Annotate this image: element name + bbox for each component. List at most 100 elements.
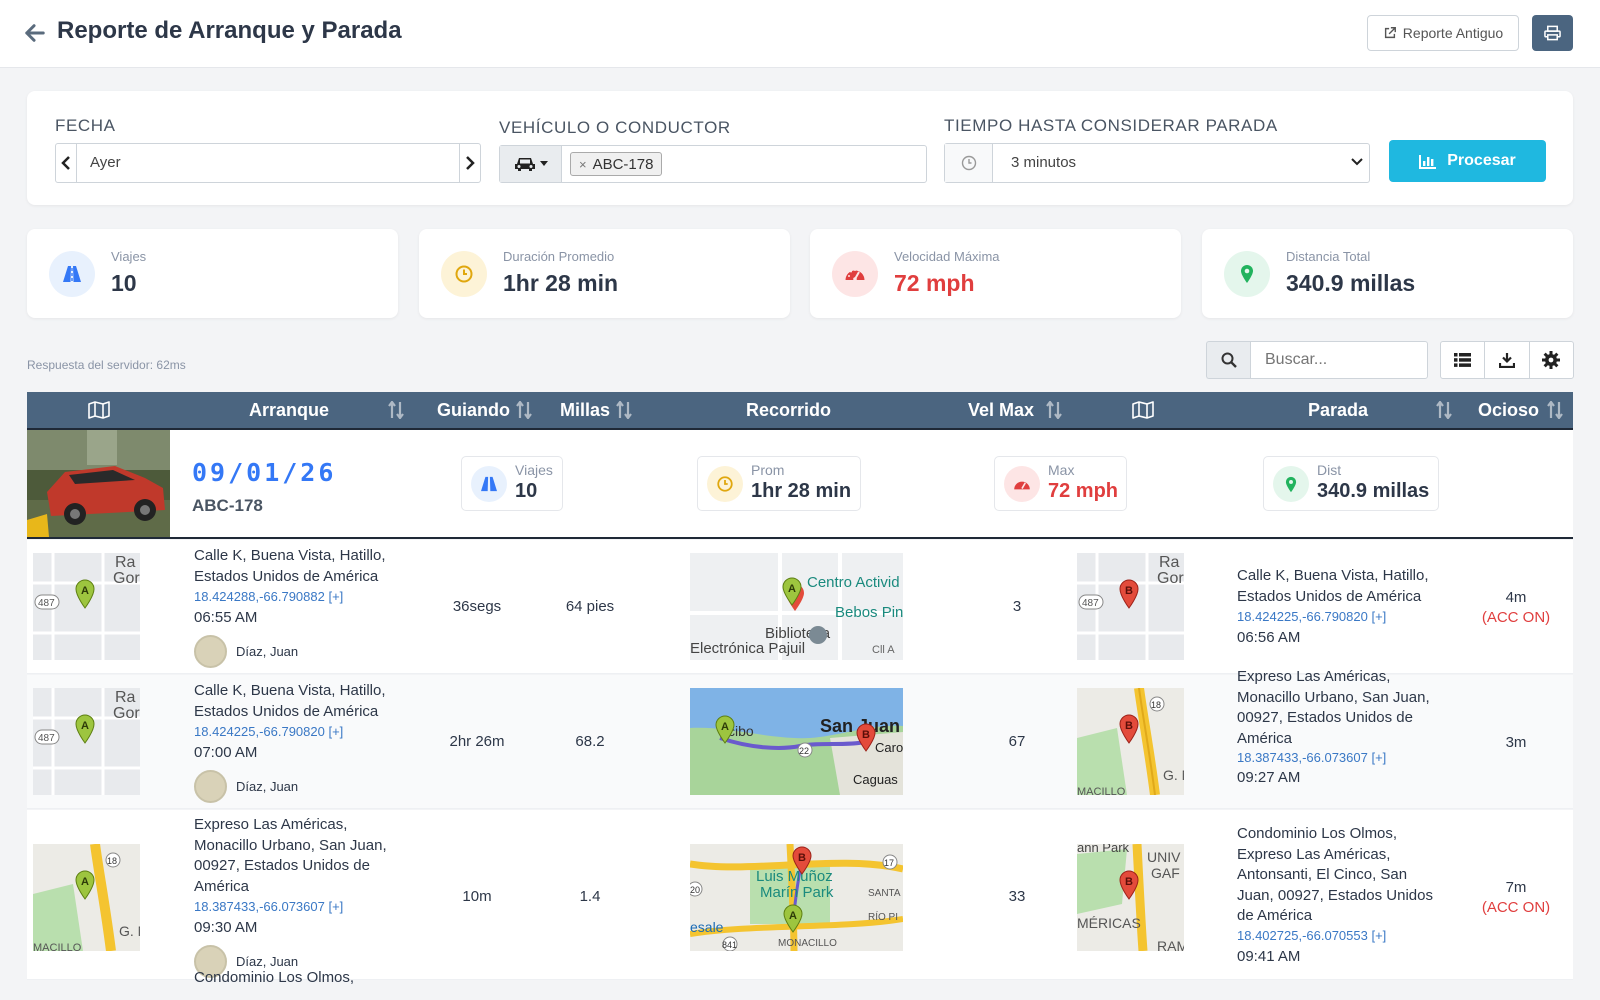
clock-icon <box>441 251 487 297</box>
vehicle-type-dropdown[interactable] <box>500 146 562 182</box>
svg-text:B: B <box>1125 720 1133 732</box>
print-button[interactable] <box>1532 15 1573 51</box>
svg-text:esale: esale <box>690 919 724 935</box>
table-row[interactable]: Ra Gor 487 A Calle K, Buena Vista, Hatil… <box>27 668 1573 809</box>
stop-time-value[interactable]: 3 minutos <box>993 144 1369 182</box>
col-driving[interactable]: Guiando <box>437 392 510 428</box>
group-avg-label: Prom <box>751 462 785 478</box>
search-button[interactable] <box>1206 341 1251 379</box>
clock-icon <box>945 144 993 182</box>
svg-text:B: B <box>862 729 870 741</box>
vehicle-group-row[interactable]: 09/01/26 ABC-178 Viajes 10 Prom 1hr 28 m… <box>27 430 1573 539</box>
caret-down-icon <box>539 161 548 166</box>
filter-panel: FECHA Ayer VEHÍCULO O CONDUCTOR × ABC-17… <box>27 91 1573 205</box>
acc-status: (ACC ON) <box>1481 899 1551 916</box>
svg-text:A: A <box>81 585 89 597</box>
list-view-button[interactable] <box>1441 342 1486 378</box>
export-button[interactable] <box>1485 342 1530 378</box>
previous-day-button[interactable] <box>56 144 77 182</box>
sort-icon[interactable] <box>516 401 532 419</box>
svg-text:20: 20 <box>690 885 700 895</box>
start-map-thumbnail[interactable]: Ra Gor 487 A <box>33 553 140 660</box>
stop-map-thumbnail[interactable]: 18 G. N MACILLO B <box>1077 688 1184 795</box>
sort-icon[interactable] <box>1547 401 1563 419</box>
remove-tag-icon[interactable]: × <box>579 157 587 172</box>
svg-text:A: A <box>81 876 89 888</box>
route-map-thumbnail[interactable]: Centro Activid Bebos Pin Biblioteca Elec… <box>690 553 903 660</box>
table-header: Arranque Guiando Millas Recorrido Vel Ma… <box>27 392 1573 430</box>
svg-text:A: A <box>81 720 89 732</box>
stop-address: Expreso Las Américas, Monacillo Urbano, … <box>1237 668 1430 747</box>
driver-name: Díaz, Juan <box>236 779 299 794</box>
stop-coordinates-link[interactable]: 18.402725,-66.070553 [+] <box>1237 928 1386 943</box>
svg-text:18: 18 <box>1151 700 1161 710</box>
process-button[interactable]: Procesar <box>1389 140 1546 182</box>
settings-button[interactable] <box>1530 342 1573 378</box>
clock-icon <box>707 466 743 502</box>
group-dist-label: Dist <box>1317 462 1342 478</box>
route-map-thumbnail[interactable]: Luis Muñoz Marín Park SANTA RÍO PI esale… <box>690 844 903 951</box>
back-arrow-icon[interactable] <box>24 22 46 44</box>
acc-status: (ACC ON) <box>1481 609 1551 626</box>
group-max-card: Max 72 mph <box>994 456 1127 511</box>
max-speed: 67 <box>1008 733 1026 750</box>
date-input[interactable]: Ayer <box>77 144 459 182</box>
driver-name: Díaz, Juan <box>236 644 299 659</box>
sort-icon[interactable] <box>388 401 404 419</box>
old-report-button[interactable]: Reporte Antiguo <box>1367 15 1519 51</box>
driver-name: Díaz, Juan <box>236 954 299 969</box>
vehicle-tag[interactable]: × ABC-178 <box>570 152 663 176</box>
idle-time: 7m (ACC ON) <box>1461 878 1571 918</box>
idle-value: 7m <box>1505 879 1527 896</box>
chevron-right-icon <box>466 156 475 170</box>
stop-map-thumbnail[interactable]: Ra Gor 487 B <box>1077 553 1184 660</box>
col-idle[interactable]: Ocioso <box>1478 392 1539 428</box>
start-map-thumbnail[interactable]: Ra Gor 487 A <box>33 688 140 795</box>
svg-text:A: A <box>788 583 796 595</box>
next-day-button[interactable] <box>459 144 480 182</box>
car-icon <box>514 158 535 171</box>
stop-time: 09:41 AM <box>1237 948 1301 965</box>
search-icon <box>1221 352 1237 368</box>
svg-text:Cll A: Cll A <box>872 644 895 656</box>
stop-time-select[interactable]: 3 minutos <box>944 143 1370 183</box>
col-start[interactable]: Arranque <box>249 392 329 428</box>
sort-icon[interactable] <box>1046 401 1062 419</box>
table-row[interactable]: 18 G. N MACILLO A Expreso Las Américas, … <box>27 810 1573 986</box>
driver[interactable]: Díaz, Juan <box>194 635 298 668</box>
stat-card-total-distance: Distancia Total 340.9 millas <box>1202 229 1573 318</box>
miles: 1.4 <box>579 888 601 905</box>
stat-value: 72 mph <box>894 270 975 296</box>
stat-card-avg-duration: Duración Promedio 1hr 28 min <box>419 229 790 318</box>
stop-coordinates-link[interactable]: 18.387433,-66.073607 [+] <box>1237 750 1386 765</box>
col-miles[interactable]: Millas <box>560 392 610 428</box>
chevron-down-icon <box>1351 158 1363 166</box>
map-icon[interactable] <box>88 401 110 419</box>
table-row[interactable]: Ra Gor 487 A Calle K, Buena Vista, Hatil… <box>27 540 1573 674</box>
stop-coordinates-link[interactable]: 18.424225,-66.790820 [+] <box>1237 609 1386 624</box>
stat-value: 1hr 28 min <box>503 270 619 296</box>
stop-map-thumbnail[interactable]: ann Park UNIV GAF MÉRICAS RAM B <box>1077 844 1184 951</box>
stat-value: 10 <box>111 270 137 296</box>
start-coordinates-link[interactable]: 18.424225,-66.790820 [+] <box>194 724 343 739</box>
svg-text:G. N: G. N <box>119 923 140 939</box>
route-map-thumbnail[interactable]: cibo San Juan Caroli Caguas 22 A B <box>690 688 903 795</box>
road-icon <box>471 466 507 502</box>
sort-icon[interactable] <box>616 401 632 419</box>
group-max-value: 72 mph <box>1048 480 1119 502</box>
search-input[interactable] <box>1250 341 1428 379</box>
svg-text:MÉRICAS: MÉRICAS <box>1077 915 1141 931</box>
start-coordinates-link[interactable]: 18.387433,-66.073607 [+] <box>194 899 343 914</box>
page-title: Reporte de Arranque y Parada <box>57 17 402 44</box>
col-stop[interactable]: Parada <box>1308 392 1368 428</box>
driver[interactable]: Díaz, Juan <box>194 770 298 803</box>
start-coordinates-link[interactable]: 18.424288,-66.790882 [+] <box>194 589 343 604</box>
svg-text:Ra: Ra <box>115 554 136 571</box>
col-max-speed[interactable]: Vel Max <box>968 392 1034 428</box>
vehicle-selector[interactable]: × ABC-178 <box>499 145 927 183</box>
sort-icon[interactable] <box>1436 401 1452 419</box>
map-icon[interactable] <box>1132 401 1154 419</box>
svg-text:RAM: RAM <box>1157 938 1184 951</box>
svg-text:487: 487 <box>38 598 55 609</box>
start-map-thumbnail[interactable]: 18 G. N MACILLO A <box>33 844 140 951</box>
